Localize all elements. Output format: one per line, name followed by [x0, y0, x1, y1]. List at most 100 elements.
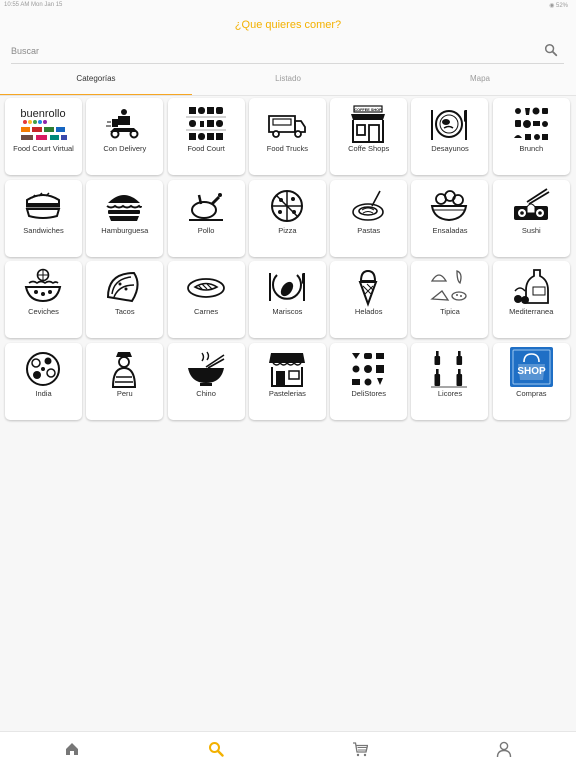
category-label: Compras [516, 388, 547, 398]
category-label: Tipica [440, 307, 460, 316]
svg-text:SHOP: SHOP [517, 366, 546, 377]
category-card[interactable]: DeliStores [330, 342, 408, 420]
category-label: Desayunos [431, 144, 469, 153]
salad-icon [429, 186, 469, 226]
category-card[interactable]: Licores [411, 342, 489, 420]
category-label: Food Court [187, 144, 225, 153]
seafood-icon [267, 267, 307, 307]
tab-divider [0, 95, 576, 96]
category-label: Licores [437, 388, 463, 398]
category-label: Peru [116, 388, 133, 398]
category-card[interactable]: Tacos [86, 261, 164, 338]
category-label: Pollo [197, 225, 215, 235]
category-card[interactable]: Carnes [167, 261, 245, 338]
category-card[interactable]: COFFEE SHOP Coffe Shops [330, 98, 408, 175]
peru-woman-icon [104, 349, 144, 389]
category-card[interactable]: Mariscos [248, 261, 326, 338]
category-label: Food Court Virtual [13, 144, 74, 153]
category-label: Con Delivery [103, 144, 147, 153]
category-card[interactable]: Mediterranea [492, 261, 570, 338]
search-icon [209, 742, 224, 757]
category-card[interactable]: Desayunos [411, 98, 489, 175]
category-label: Carnes [194, 307, 219, 316]
category-card[interactable]: Sandwiches [5, 179, 82, 257]
svg-text:COFFEE SHOP: COFFEE SHOP [355, 108, 383, 112]
status-time: 10:55 AM Mon Jan 15 [4, 2, 63, 8]
profile-icon [496, 741, 512, 757]
coffee-shop-icon: COFFEE SHOP [348, 104, 388, 144]
svg-text:buenrollo: buenrollo [20, 108, 65, 120]
category-card[interactable]: Chino [167, 342, 245, 420]
status-bar: 10:55 AM Mon Jan 15 ◉ 52% [0, 0, 576, 12]
category-label: Ceviches [28, 307, 59, 316]
category-card[interactable]: SHOP Compras [492, 342, 570, 420]
chinese-bowl-icon [186, 349, 226, 389]
category-card[interactable]: Pastelerias [248, 342, 326, 420]
bottom-nav [0, 731, 576, 768]
category-label: Sushi [521, 225, 541, 235]
cart-icon [353, 742, 368, 757]
category-label: Pizza [278, 225, 297, 235]
ice-cream-icon [348, 267, 388, 307]
steak-icon [186, 267, 226, 307]
category-label: Ensaladas [432, 225, 468, 235]
category-card[interactable]: Food Trucks [248, 98, 326, 175]
liquor-bottles-icon [429, 349, 469, 389]
category-label: Mediterranea [509, 307, 554, 316]
category-card[interactable]: Tipica [411, 261, 489, 338]
category-card[interactable]: Hamburguesa [86, 179, 164, 257]
olive-oil-icon [511, 267, 551, 307]
burger-icon [104, 186, 144, 226]
pasta-icon [348, 186, 388, 226]
category-card[interactable]: Con Delivery [86, 98, 164, 175]
breakfast-plate-icon [429, 104, 469, 144]
pizza-icon [267, 186, 307, 226]
tab-listado[interactable]: Listado [192, 70, 384, 96]
shop-bag-icon: SHOP [509, 346, 553, 387]
category-label: Brunch [519, 144, 544, 153]
food-truck-icon [267, 104, 307, 144]
nav-search[interactable] [144, 732, 288, 768]
category-card[interactable]: buenrollo Food Court Virtual [5, 98, 82, 175]
nav-cart[interactable] [288, 732, 432, 768]
tab-mapa[interactable]: Mapa [384, 70, 576, 96]
search-input[interactable] [11, 42, 531, 60]
header: ¿Que quieres comer? Categorías Listado M… [0, 12, 576, 96]
status-battery: ◉ 52% [549, 3, 568, 9]
category-label: Chino [196, 388, 216, 398]
tab-bar: Categorías Listado Mapa [0, 70, 576, 96]
category-card[interactable]: Helados [330, 261, 408, 338]
brunch-icon [511, 104, 551, 144]
nav-home[interactable] [0, 732, 144, 768]
category-label: Coffe Shops [348, 144, 390, 153]
pastry-shop-icon [267, 349, 307, 389]
sandwich-icon [23, 186, 63, 226]
category-card[interactable]: Sushi [492, 179, 570, 257]
ceviche-icon [23, 267, 63, 307]
category-label: Mariscos [272, 307, 303, 316]
category-card[interactable]: Ceviches [5, 261, 82, 338]
typical-food-icon [429, 267, 469, 307]
category-label: Helados [354, 307, 383, 316]
category-card[interactable]: Peru [86, 342, 164, 420]
buenrollo-logo: buenrollo [13, 104, 73, 144]
indian-thali-icon [23, 349, 63, 389]
tab-categorias[interactable]: Categorías [0, 70, 192, 96]
category-label: Pastelerias [268, 388, 306, 398]
category-card[interactable]: Brunch [492, 98, 570, 175]
category-card[interactable]: Food Court [167, 98, 245, 175]
category-label: Sandwiches [23, 225, 64, 235]
chicken-icon [186, 186, 226, 226]
category-card[interactable]: Pollo [167, 179, 245, 257]
category-card[interactable]: Ensaladas [411, 179, 489, 257]
nav-profile[interactable] [432, 732, 576, 768]
search-icon[interactable] [544, 43, 558, 57]
deli-store-icon [348, 349, 388, 389]
page-title: ¿Que quieres comer? [234, 19, 342, 31]
category-card[interactable]: Pastas [330, 179, 408, 257]
category-card[interactable]: India [5, 342, 82, 420]
category-label: DeliStores [351, 388, 386, 398]
sushi-icon [511, 186, 551, 226]
category-card[interactable]: Pizza [248, 179, 326, 257]
food-court-icon [185, 104, 226, 144]
